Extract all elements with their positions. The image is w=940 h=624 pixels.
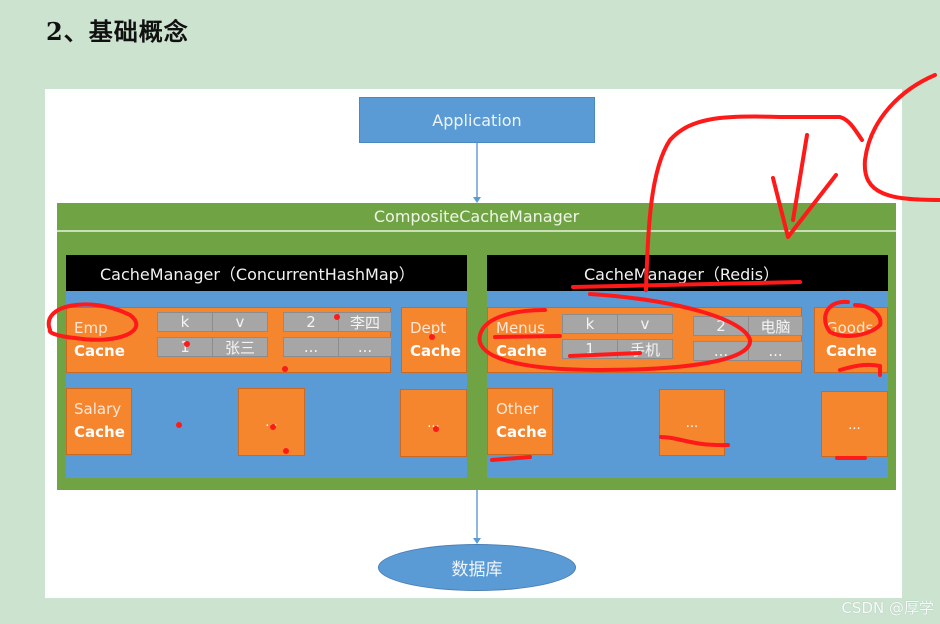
other-cache: Other Cache	[487, 388, 553, 455]
pointer-dot	[176, 422, 182, 428]
table-cell: ...	[338, 337, 392, 357]
salary-cache-label: Salary Cache	[74, 400, 125, 441]
csdn-watermark: CSDN @厚学	[841, 599, 934, 617]
emp-cache: Emp Cacne k v 1 张三 2 李四 ... ...	[66, 307, 392, 373]
emp-cache-label: Emp Cacne	[74, 319, 125, 360]
table-cell: 1	[562, 339, 618, 359]
pointer-dot	[283, 448, 289, 454]
cache-manager-concurrenthashmap: CacheManager（ConcurrentHashMap） Emp Cacn…	[66, 255, 467, 478]
generic-cache: ...	[821, 391, 888, 457]
cache-manager-title: CacheManager（Redis）	[487, 255, 888, 291]
table-cell: k	[562, 314, 618, 334]
connector-composite-to-database	[476, 490, 478, 538]
pointer-dot	[429, 334, 435, 340]
application-node: Application	[359, 97, 595, 143]
connector-app-to-composite	[476, 143, 478, 198]
goods-cache-label: Goods Cache	[826, 319, 877, 360]
pointer-dot	[433, 426, 439, 432]
menus-cache: Menus Cache k v 1 手机 2 电脑 ... ...	[487, 307, 803, 373]
generic-cache: ...	[659, 389, 725, 456]
generic-cache: ...	[238, 388, 305, 456]
pointer-dot	[270, 424, 276, 430]
table-cell: v	[212, 312, 268, 332]
table-cell: k	[157, 312, 213, 332]
generic-cache: ...	[400, 389, 467, 457]
pointer-dot	[334, 314, 340, 320]
table-cell: 手机	[617, 339, 673, 359]
cache-manager-redis: CacheManager（Redis） Menus Cache k v 1 手机…	[487, 255, 888, 478]
composite-cache-manager-title: CompositeCacheManager	[57, 203, 896, 232]
dept-cache: Dept Cache	[401, 307, 467, 373]
table-cell: 2	[283, 312, 339, 332]
menus-cache-label: Menus Cache	[496, 319, 547, 360]
dept-cache-label: Dept Cache	[410, 319, 461, 360]
database-node: 数据库	[378, 544, 576, 591]
table-cell: ...	[748, 341, 803, 361]
table-cell: 电脑	[748, 316, 803, 336]
pointer-dot	[282, 366, 288, 372]
table-cell: 1	[157, 337, 213, 357]
cache-manager-title: CacheManager（ConcurrentHashMap）	[66, 255, 467, 291]
goods-cache: Goods Cache	[814, 307, 888, 373]
table-cell: v	[617, 314, 673, 334]
salary-cache: Salary Cache	[66, 388, 132, 455]
table-cell: ...	[693, 341, 749, 361]
table-cell: ...	[283, 337, 339, 357]
page-heading: 2、基础概念	[46, 17, 189, 46]
other-cache-label: Other Cache	[496, 400, 547, 441]
table-cell: 2	[693, 316, 749, 336]
table-cell: 张三	[212, 337, 268, 357]
pointer-dot	[184, 341, 190, 347]
table-cell: 李四	[338, 312, 392, 332]
